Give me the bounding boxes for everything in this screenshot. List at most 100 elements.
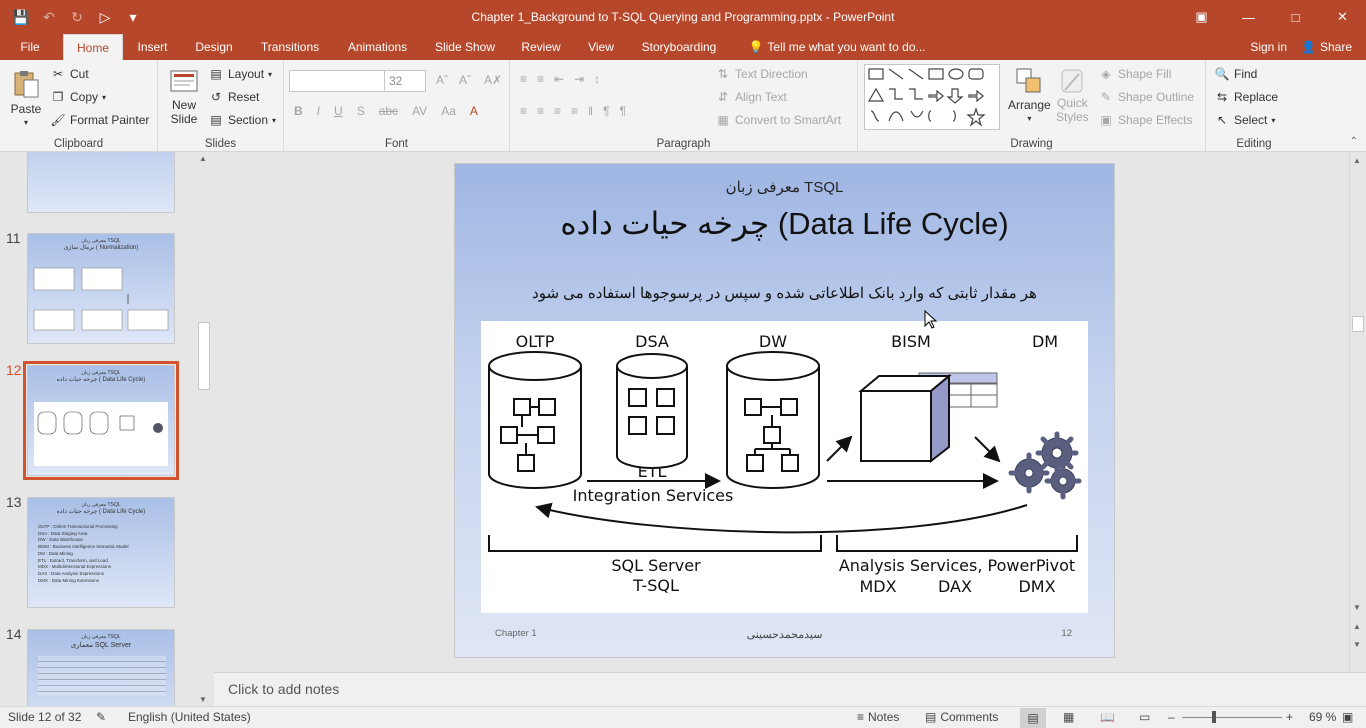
slide-thumbnail-selected[interactable]: معرفی زبان TSQL چرخه حیات داده ( Data Li… <box>23 361 179 480</box>
increase-indent-icon[interactable]: ⇥ <box>574 72 584 86</box>
tab-review[interactable]: Review <box>515 34 567 60</box>
replace-button[interactable]: ⇆ Replace <box>1214 89 1278 105</box>
collapse-ribbon-icon[interactable]: ⌃ <box>1350 136 1358 147</box>
layout-button[interactable]: ▤ Layout ▾ <box>208 66 272 82</box>
find-button[interactable]: 🔍 Find <box>1214 66 1258 82</box>
columns-icon[interactable]: ‖ <box>588 104 593 118</box>
grow-font-button[interactable]: Aˆ <box>436 73 448 87</box>
previous-slide-icon[interactable]: ▲ <box>1353 622 1361 631</box>
bullets-icon[interactable]: ≡ <box>520 72 527 86</box>
data-life-cycle-diagram[interactable]: OLTP DSA DW BISM DM ETL Integration Serv… <box>481 321 1088 613</box>
tab-insert[interactable]: Insert <box>130 34 175 60</box>
text-shadow-icon[interactable]: S <box>357 104 365 118</box>
zoom-in-button[interactable]: + <box>1286 710 1293 724</box>
align-right-icon[interactable]: ≡ <box>554 104 561 118</box>
normal-view-button[interactable]: ▤ <box>1020 708 1046 728</box>
tab-slide-show[interactable]: Slide Show <box>430 34 500 60</box>
scroll-up-icon[interactable]: ▲ <box>1353 156 1361 165</box>
zoom-level[interactable]: 69 % <box>1309 710 1336 724</box>
format-painter-button[interactable]: 🖌 Format Painter <box>50 112 149 128</box>
language-indicator[interactable]: English (United States) <box>128 710 251 724</box>
notes-button[interactable]: ≡ Notes <box>857 710 899 724</box>
tab-file[interactable]: File <box>8 34 52 60</box>
character-spacing-icon[interactable]: AV <box>412 104 427 118</box>
maximize-icon[interactable]: □ <box>1272 0 1319 34</box>
italic-icon[interactable]: I <box>317 104 320 118</box>
strikethrough-icon[interactable]: abc <box>379 104 398 118</box>
select-button[interactable]: ↖ Select ▾ <box>1214 112 1275 128</box>
font-name-input[interactable] <box>289 70 385 92</box>
slide-thumbnail[interactable]: معرفی زبان TSQL معماری SQL Server <box>27 629 175 706</box>
align-text-button[interactable]: ⇵ Align Text <box>715 89 787 105</box>
decrease-indent-icon[interactable]: ⇤ <box>554 72 564 86</box>
quick-styles-button[interactable]: Quick Styles <box>1056 66 1089 124</box>
slide-sorter-button[interactable]: ▦ <box>1063 710 1074 724</box>
clear-formatting-button[interactable]: A✗ <box>484 73 502 87</box>
font-size-input[interactable]: 32 <box>384 70 426 92</box>
copy-button[interactable]: ❐ Copy ▾ <box>50 89 106 105</box>
notes-placeholder[interactable]: Click to add notes <box>228 681 339 697</box>
slide-thumbnail[interactable]: معرفی زبان TSQL چرخه حیات داده ( Data Li… <box>27 497 175 608</box>
shrink-font-button[interactable]: Aˇ <box>459 73 471 87</box>
align-center-icon[interactable]: ≡ <box>537 104 544 118</box>
spell-check-icon[interactable]: ✎ <box>96 710 106 724</box>
change-case-icon[interactable]: Aa <box>441 104 456 118</box>
next-slide-icon[interactable]: ▼ <box>1353 640 1361 649</box>
tab-view[interactable]: View <box>580 34 622 60</box>
rtl-icon[interactable]: ¶ <box>603 104 609 118</box>
font-color-icon[interactable]: A <box>470 104 478 118</box>
paste-button[interactable]: Paste ▾ <box>8 68 44 127</box>
zoom-slider[interactable] <box>1182 711 1282 723</box>
align-left-icon[interactable]: ≡ <box>520 104 527 118</box>
minimize-icon[interactable]: — <box>1225 0 1272 34</box>
tell-me-box[interactable]: 💡 Tell me what you want to do... <box>742 34 932 60</box>
share-button[interactable]: 👤 Share <box>1301 40 1352 54</box>
tab-home[interactable]: Home <box>63 34 123 60</box>
shapes-gallery[interactable] <box>864 64 1000 130</box>
section-button[interactable]: ▤ Section ▾ <box>208 112 276 128</box>
justify-icon[interactable]: ≡ <box>571 104 578 118</box>
zoom-out-button[interactable]: – <box>1168 710 1175 724</box>
scroll-thumb[interactable] <box>1352 316 1364 332</box>
numbering-icon[interactable]: ≡ <box>537 72 544 86</box>
shape-fill-button[interactable]: ◈ Shape Fill <box>1098 66 1171 82</box>
shape-effects-button[interactable]: ▣ Shape Effects <box>1098 112 1192 128</box>
arrange-button[interactable]: Arrange ▾ <box>1008 66 1051 123</box>
reset-button[interactable]: ↺ Reset <box>208 89 259 105</box>
fit-to-window-button[interactable]: ▣ <box>1342 710 1353 724</box>
tab-design[interactable]: Design <box>188 34 240 60</box>
text-direction-button[interactable]: ⇅ Text Direction <box>715 66 808 82</box>
slide-thumbnail[interactable]: معرفی زبان TSQL نرمال سازی ( Normalizati… <box>27 233 175 344</box>
scroll-down-icon[interactable]: ▼ <box>199 695 207 704</box>
slide-body-text[interactable]: هر مقدار ثابتی که وارد بانک اطلاعاتی شده… <box>455 284 1114 302</box>
bold-icon[interactable]: B <box>294 104 303 118</box>
ltr-icon[interactable]: ¶ <box>619 104 625 118</box>
thumbnail-scrollbar[interactable]: ▲ ▼ <box>196 152 213 706</box>
reading-view-button[interactable]: 📖 <box>1100 710 1115 724</box>
sign-in-link[interactable]: Sign in <box>1250 40 1287 54</box>
tab-animations[interactable]: Animations <box>340 34 415 60</box>
ribbon-display-options-icon[interactable]: ▣ <box>1178 0 1225 34</box>
tab-storyboarding[interactable]: Storyboarding <box>636 34 722 60</box>
close-icon[interactable]: ✕ <box>1319 0 1366 34</box>
new-slide-button[interactable]: New Slide <box>166 66 202 126</box>
underline-icon[interactable]: U <box>334 104 343 118</box>
slide-scrollbar[interactable]: ▲ ▼ ▲ ▼ <box>1349 152 1366 672</box>
tab-transitions[interactable]: Transitions <box>255 34 325 60</box>
slide-subtitle[interactable]: معرفی زبان TSQL <box>455 178 1114 196</box>
shape-outline-button[interactable]: ✎ Shape Outline <box>1098 89 1194 105</box>
comments-button[interactable]: ▤ Comments <box>925 710 998 724</box>
notes-pane[interactable]: Click to add notes <box>214 672 1366 706</box>
scroll-down-icon[interactable]: ▼ <box>1353 603 1361 612</box>
scroll-up-icon[interactable]: ▲ <box>199 154 207 163</box>
slide-thumbnail[interactable] <box>27 152 175 213</box>
slide[interactable]: معرفی زبان TSQL چرخه حیات داده (Data Lif… <box>454 163 1115 658</box>
drawing-group: Arrange ▾ Quick Styles ◈ Shape Fill ✎ Shap… <box>858 60 1206 152</box>
cut-button[interactable]: ✂ Cut <box>50 66 89 82</box>
zoom-slider-thumb[interactable] <box>1212 711 1216 723</box>
convert-smartart-button[interactable]: ▦ Convert to SmartArt <box>715 112 841 128</box>
slide-title[interactable]: چرخه حیات داده (Data Life Cycle) <box>455 206 1114 242</box>
line-spacing-icon[interactable]: ↕ <box>594 72 600 86</box>
slideshow-button[interactable]: ▭ <box>1139 710 1150 724</box>
scroll-thumb[interactable] <box>198 322 210 390</box>
